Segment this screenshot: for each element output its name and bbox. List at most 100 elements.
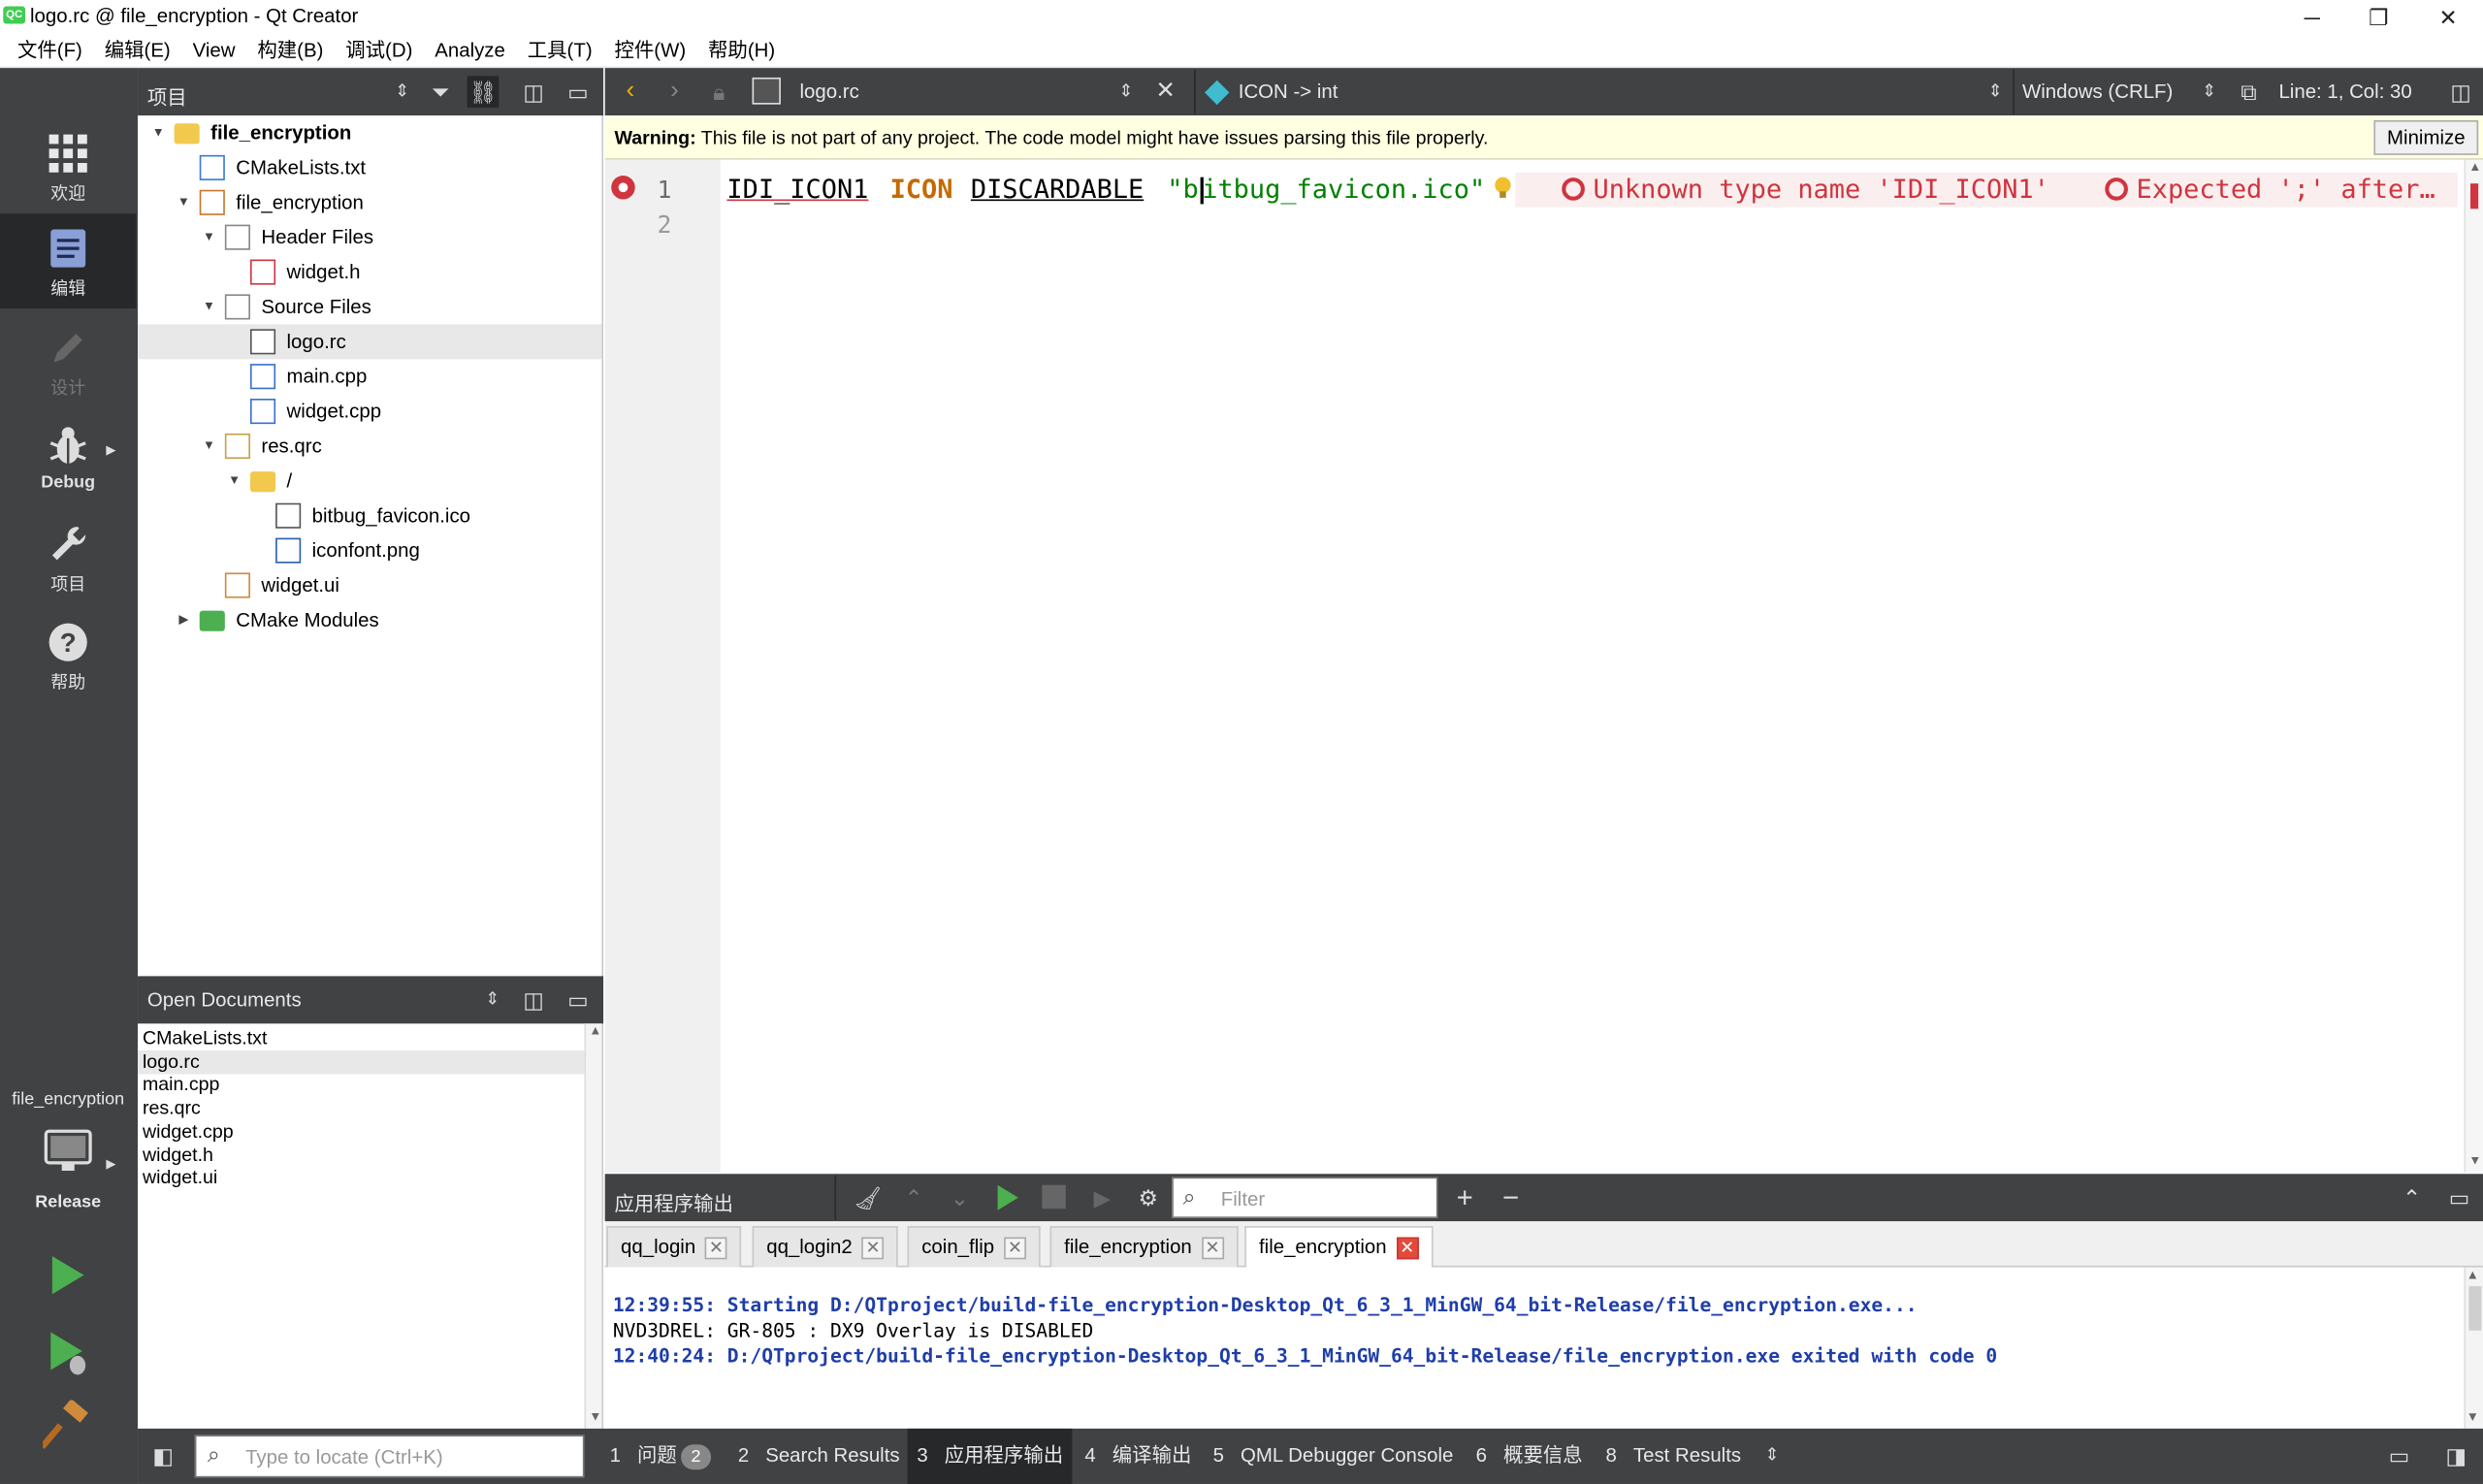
line-ending-selector[interactable]: Windows (CRLF): [2022, 81, 2173, 103]
run-button[interactable]: [43, 1251, 90, 1304]
expand-arrow-icon[interactable]: ▼: [176, 185, 191, 220]
updown-arrows-icon[interactable]: ⇕: [386, 76, 418, 108]
open-document-item[interactable]: CMakeLists.txt: [138, 1027, 584, 1050]
updown-arrows-icon[interactable]: ⇕: [1980, 76, 2012, 108]
output-tab[interactable]: qq_login ✕: [606, 1226, 742, 1268]
open-document-item[interactable]: logo.rc: [138, 1049, 585, 1075]
pane-search-results[interactable]: 2 Search Results: [738, 1429, 900, 1484]
clean-icon[interactable]: 🧹︎: [852, 1181, 884, 1213]
maximize-pane-icon[interactable]: ⌃: [2396, 1181, 2428, 1213]
sync-icon[interactable]: ⧉: [2233, 76, 2265, 108]
output-tab[interactable]: coin_flip ✕: [907, 1226, 1041, 1268]
tree-item[interactable]: bitbug_favicon.ico: [138, 499, 601, 533]
updown-arrows-icon[interactable]: ⇕: [2193, 76, 2225, 108]
collapse-arrow-icon[interactable]: ▶: [176, 602, 191, 637]
restore-window-button[interactable]: ❐: [2343, 0, 2413, 35]
back-arrow-icon[interactable]: ‹: [614, 76, 646, 108]
scroll-up-icon[interactable]: ▲: [2468, 160, 2481, 175]
tree-item[interactable]: widget.ui: [138, 568, 601, 603]
open-document-item[interactable]: widget.cpp: [138, 1119, 584, 1143]
menu-file[interactable]: 文件(F): [7, 34, 94, 67]
toggle-right-sidebar-icon[interactable]: ◨: [2440, 1439, 2472, 1471]
open-document-item[interactable]: widget.ui: [138, 1166, 584, 1189]
close-pane-icon[interactable]: ▭: [2443, 1181, 2475, 1213]
close-window-button[interactable]: ✕: [2413, 0, 2483, 35]
toggle-sidebar-icon[interactable]: ◧: [147, 1439, 179, 1471]
plus-icon[interactable]: +: [1449, 1181, 1481, 1213]
output-tab[interactable]: file_encryption ✕: [1049, 1226, 1239, 1268]
split-icon[interactable]: ◫: [518, 76, 550, 108]
expand-arrow-icon[interactable]: ▼: [201, 429, 216, 464]
pane-qml-debugger-console[interactable]: 5 QML Debugger Console: [1213, 1429, 1454, 1484]
pane-application-output[interactable]: 3 应用程序输出: [907, 1428, 1073, 1484]
settings-gear-icon[interactable]: ⚙: [1132, 1181, 1164, 1213]
close-tab-icon[interactable]: ✕: [861, 1237, 885, 1259]
filter-icon[interactable]: ⏷: [425, 76, 457, 108]
updown-arrows-icon[interactable]: ⇕: [1111, 76, 1143, 108]
tree-item[interactable]: logo.rc: [138, 324, 602, 360]
scroll-down-icon[interactable]: ▼: [2468, 1409, 2476, 1424]
close-tab-icon[interactable]: ✕: [704, 1237, 727, 1259]
mode-debug[interactable]: Debug ▶: [0, 411, 136, 503]
link-icon[interactable]: ⛓: [467, 76, 500, 108]
code-editor[interactable]: IDI_ICON1 ICON DISCARDABLE "b itbug_favi…: [720, 159, 2463, 1173]
menu-analyze[interactable]: Analyze: [424, 34, 516, 67]
mode-projects[interactable]: 项目: [0, 509, 136, 601]
scroll-down-icon[interactable]: ▼: [589, 1409, 601, 1424]
application-output[interactable]: 12:39:55: Starting D:/QTproject/build-fi…: [604, 1267, 2483, 1429]
tree-item[interactable]: ▼ res.qrc: [138, 429, 601, 464]
output-tab-active[interactable]: file_encryption ✕: [1244, 1226, 1433, 1270]
menu-help[interactable]: 帮助(H): [697, 34, 787, 67]
close-document-icon[interactable]: ✕: [1149, 76, 1181, 108]
open-document-item[interactable]: res.qrc: [138, 1097, 584, 1120]
minus-icon[interactable]: −: [1495, 1181, 1527, 1213]
menu-edit[interactable]: 编辑(E): [93, 34, 181, 67]
output-scrollbar[interactable]: ▲ ▼: [2464, 1267, 2483, 1429]
tree-item[interactable]: ▼ file_encryption: [138, 115, 601, 150]
scroll-up-icon[interactable]: ▲: [589, 1023, 601, 1038]
close-tab-icon[interactable]: ✕: [1201, 1237, 1224, 1259]
debug-run-button[interactable]: [43, 1327, 93, 1382]
pane-test-results[interactable]: 8 Test Results: [1606, 1429, 1742, 1484]
split-icon[interactable]: ◫: [2445, 76, 2477, 108]
menu-debug[interactable]: 调试(D): [335, 34, 424, 67]
forward-arrow-icon[interactable]: ›: [659, 76, 691, 108]
progress-details-icon[interactable]: ▭: [2383, 1439, 2415, 1471]
expand-arrow-icon[interactable]: ▼: [201, 289, 216, 324]
tree-item[interactable]: ▼ Source Files: [138, 289, 601, 324]
scroll-thumb[interactable]: [2468, 1286, 2482, 1331]
up-arrow-icon[interactable]: ⌃: [898, 1181, 930, 1213]
pane-issues[interactable]: 1 问题 2: [610, 1429, 711, 1484]
tree-item[interactable]: ▼ /: [138, 464, 601, 499]
scroll-down-icon[interactable]: ▼: [2468, 1153, 2481, 1168]
attach-icon[interactable]: ▶: [1086, 1181, 1118, 1213]
tree-item[interactable]: ▼ Header Files: [138, 220, 601, 255]
lightbulb-icon[interactable]: [1494, 176, 1513, 201]
open-document-item[interactable]: widget.h: [138, 1143, 584, 1166]
more-panes-arrows-icon[interactable]: ⇕: [1757, 1439, 1789, 1471]
open-document-item[interactable]: main.cpp: [138, 1074, 584, 1097]
expand-arrow-icon[interactable]: ▼: [150, 115, 166, 150]
updown-arrows-icon[interactable]: ⇕: [476, 984, 508, 1016]
menu-tools[interactable]: 工具(T): [516, 34, 603, 67]
close-pane-icon[interactable]: ▭: [563, 984, 595, 1016]
split-icon[interactable]: ◫: [518, 984, 550, 1016]
minimize-warning-button[interactable]: Minimize: [2373, 119, 2479, 155]
tree-item[interactable]: ▶ CMake Modules: [138, 602, 601, 637]
close-tab-icon[interactable]: ✕: [1003, 1237, 1026, 1259]
mode-help[interactable]: ? 帮助: [0, 607, 136, 699]
kit-selector[interactable]: ▶ Release: [0, 1125, 136, 1220]
minimize-window-button[interactable]: ─: [2277, 0, 2347, 35]
expand-arrow-icon[interactable]: ▼: [201, 220, 216, 255]
current-file-name[interactable]: logo.rc: [800, 81, 859, 103]
locator-input[interactable]: ⌕ Type to locate (Ctrl+K): [194, 1435, 585, 1478]
scroll-up-icon[interactable]: ▲: [2468, 1268, 2476, 1282]
tree-item[interactable]: iconfont.png: [138, 533, 601, 568]
cursor-position[interactable]: Line: 1, Col: 30: [2278, 81, 2411, 103]
mode-design[interactable]: 设计: [0, 313, 136, 405]
mode-edit[interactable]: 编辑: [0, 213, 137, 309]
tree-item[interactable]: CMakeLists.txt: [138, 150, 601, 185]
tree-item[interactable]: widget.cpp: [138, 394, 601, 429]
pane-general-messages[interactable]: 6 概要信息: [1476, 1429, 1583, 1484]
menu-view[interactable]: View: [181, 34, 246, 67]
